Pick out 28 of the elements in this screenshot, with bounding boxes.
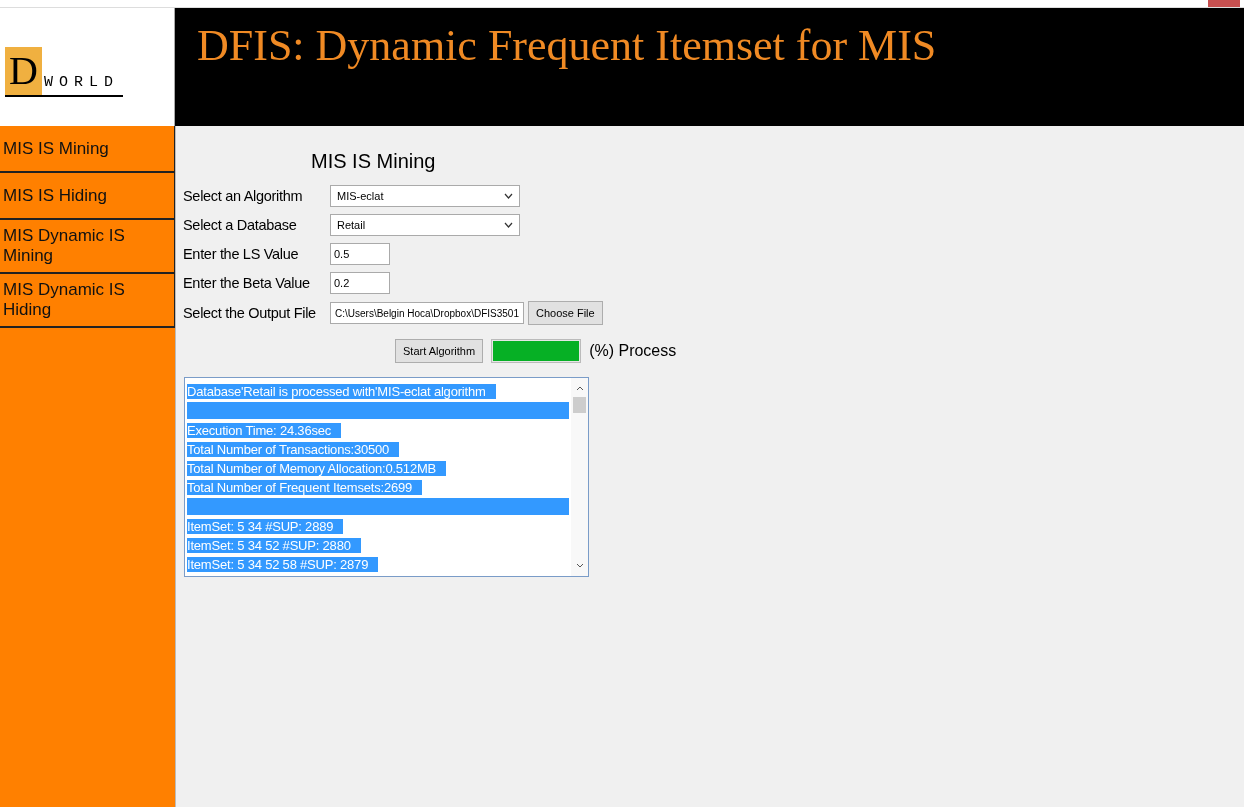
field-label: Select a Database <box>183 217 298 233</box>
chevron-icon <box>504 222 513 228</box>
sidebar-item[interactable]: MIS IS Mining <box>0 126 175 173</box>
field-label: Select an Algorithm <box>183 188 304 204</box>
scroll-up-icon <box>575 386 584 391</box>
scroll-thumb[interactable] <box>573 397 586 413</box>
dropdown[interactable]: Retail <box>330 214 520 236</box>
choose-file-button[interactable]: Choose File <box>528 301 603 325</box>
chevron-icon <box>504 193 513 199</box>
progress-label: (%) Process <box>589 342 677 360</box>
logo-drawing: D WORLD <box>5 37 123 97</box>
app-title: DFIS: Dynamic Frequent Itemset for MIS <box>197 21 937 70</box>
scroll-down-icon <box>575 563 584 568</box>
dropdown[interactable]: MIS-eclat <box>330 185 520 207</box>
form-heading: MIS IS Mining <box>311 150 437 173</box>
output-box[interactable] <box>184 377 589 577</box>
field-label: Enter the LS Value <box>183 246 300 262</box>
start-button[interactable]: Start Algorithm <box>395 339 484 363</box>
input-field[interactable]: 0.5 <box>330 243 390 265</box>
sidebar-item[interactable]: MIS Dynamic IS Mining <box>0 220 175 274</box>
input-field[interactable]: 0.2 <box>330 272 390 294</box>
sidebar-item[interactable]: MIS IS Hiding <box>0 173 175 220</box>
close-button[interactable] <box>1208 0 1240 7</box>
field-label: Enter the Beta Value <box>183 275 311 291</box>
field-label: Select the Output File <box>183 305 317 321</box>
input-field[interactable]: C:\Users\Belgin Hoca\Dropbox\DFIS3501 <box>330 302 524 324</box>
scrollbar[interactable] <box>571 378 588 576</box>
sidebar-item[interactable]: MIS Dynamic IS Hiding <box>0 274 175 328</box>
